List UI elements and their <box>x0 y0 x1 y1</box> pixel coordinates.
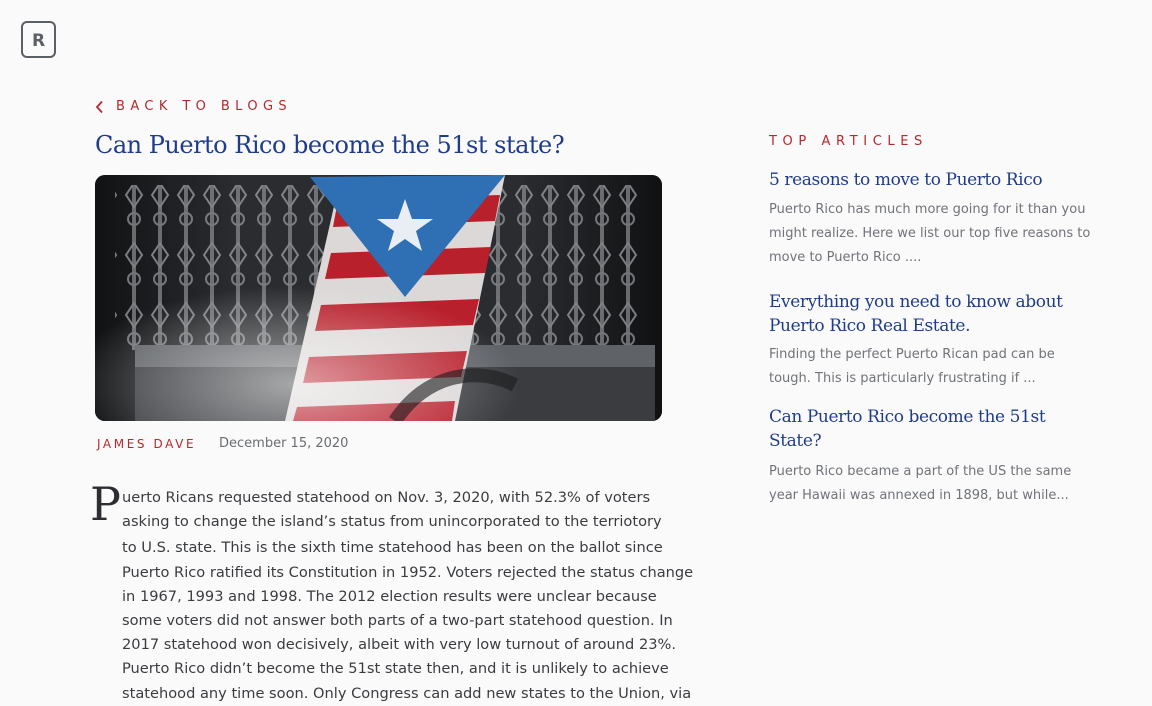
body-line: Puerto Rico ratified its Constitution in… <box>122 563 694 581</box>
drop-cap: P <box>90 477 121 531</box>
back-to-blogs-label: BACK TO BLOGS <box>116 99 293 114</box>
post-author[interactable]: JAMES DAVE <box>97 437 196 451</box>
body-line: 2017 statehood won decisively, albeit wi… <box>122 636 677 654</box>
top-article-1: 5 reasons to move to Puerto Rico Puerto … <box>769 168 1091 270</box>
body-line: to U.S. state. This is the sixth time st… <box>122 539 663 557</box>
top-article-title-link[interactable]: 5 reasons to move to Puerto Rico <box>769 168 1079 192</box>
top-article-title-link[interactable]: Can Puerto Rico become the 51st State? <box>769 405 1079 453</box>
body-line: statehood any time soon. Only Congress c… <box>122 684 692 702</box>
post-date: December 15, 2020 <box>219 436 349 451</box>
top-article-title-link[interactable]: Everything you need to know about Puerto… <box>769 290 1079 338</box>
body-line: in 1967, 1993 and 1998. The 2012 electio… <box>122 587 657 605</box>
top-article-excerpt: Puerto Rico has much more going for it t… <box>769 202 1091 265</box>
top-article-excerpt: Puerto Rico became a part of the US the … <box>769 464 1072 503</box>
body-line: uerto Ricans requested statehood on Nov.… <box>122 489 651 506</box>
top-article-3: Can Puerto Rico become the 51st State? P… <box>769 405 1079 508</box>
back-to-blogs-link[interactable]: BACK TO BLOGS <box>95 99 292 114</box>
hero-image <box>95 175 662 421</box>
post-body: uerto Ricans requested statehood on Nov.… <box>122 486 694 706</box>
body-line: Puerto Rico didn’t become the 51st state… <box>122 660 669 678</box>
top-articles-heading: TOP ARTICLES <box>769 134 928 149</box>
top-article-excerpt: Finding the perfect Puerto Rican pad can… <box>769 347 1055 386</box>
body-line: some voters did not answer both parts of… <box>122 612 673 630</box>
puerto-rico-flag-image <box>95 175 662 421</box>
top-article-2: Everything you need to know about Puerto… <box>769 290 1079 391</box>
post-title: Can Puerto Rico become the 51st state? <box>95 131 565 159</box>
logo[interactable]: R <box>21 21 56 58</box>
chevron-left-icon <box>95 100 104 114</box>
body-line: asking to change the island’s status fro… <box>122 513 662 531</box>
